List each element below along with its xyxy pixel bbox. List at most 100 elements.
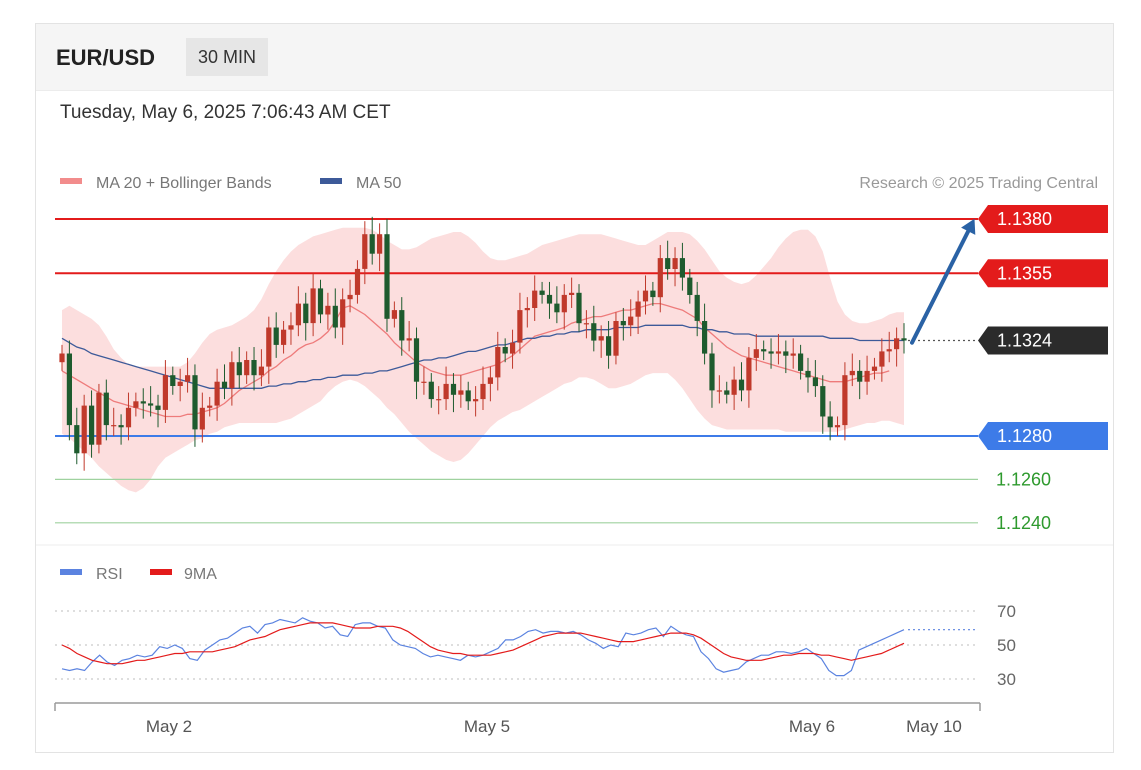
candle-body xyxy=(561,294,567,313)
x-tick-label: May 5 xyxy=(464,717,510,736)
candle-body xyxy=(325,305,331,315)
candle-body xyxy=(443,383,449,400)
rsi-tick-label: 70 xyxy=(997,602,1016,621)
candle-body xyxy=(244,360,250,376)
level-label: 1.1240 xyxy=(996,513,1051,533)
rsi-legend: RSI 9MA xyxy=(60,566,217,583)
candle-body xyxy=(687,277,693,295)
candle-body xyxy=(170,375,176,386)
level-label: 1.1260 xyxy=(996,469,1051,489)
candle-body xyxy=(768,351,774,354)
candle-body xyxy=(59,353,65,363)
bollinger-band xyxy=(62,227,904,493)
candle-body xyxy=(613,321,619,356)
candle-body xyxy=(576,292,582,324)
forecast-arrow-shaft xyxy=(910,225,972,345)
candle-body xyxy=(834,425,841,428)
candle-body xyxy=(148,403,154,406)
ma9-legend-swatch xyxy=(150,569,172,575)
candle-body xyxy=(642,290,649,302)
candle-body xyxy=(384,234,390,319)
candle-body xyxy=(871,366,878,371)
ma20-legend-label: MA 20 + Bollinger Bands xyxy=(96,175,272,192)
rsi-tick-label: 50 xyxy=(997,636,1016,655)
candle-body xyxy=(317,288,324,315)
candle-body xyxy=(783,351,789,356)
candle-body xyxy=(569,292,575,295)
x-tick-label: May 2 xyxy=(146,717,192,736)
candle-body xyxy=(798,353,804,371)
candle-body xyxy=(162,375,168,410)
x-axis: May 2 May 5 May 6 May 10 xyxy=(54,702,981,736)
candle-body xyxy=(288,325,294,330)
candle-body xyxy=(657,258,663,298)
candle-body xyxy=(753,349,759,358)
candle-body xyxy=(738,379,745,391)
candle-body xyxy=(598,336,604,341)
candle-body xyxy=(273,327,279,345)
candle-body xyxy=(332,305,338,328)
candle-body xyxy=(118,425,124,428)
candle-body xyxy=(74,425,80,454)
level-label: 1.1355 xyxy=(997,263,1052,283)
candle-body xyxy=(702,321,708,354)
candle-body xyxy=(546,294,553,304)
candle-body xyxy=(532,290,538,308)
candle-body xyxy=(724,390,730,395)
candle-body xyxy=(524,308,530,311)
candle-body xyxy=(864,370,870,382)
candle-body xyxy=(96,392,102,445)
candle-body xyxy=(746,357,752,391)
candle-body xyxy=(177,381,183,386)
rsi-legend-swatch xyxy=(60,569,82,575)
rsi-legend-label: RSI xyxy=(96,566,123,583)
ma50-legend-swatch xyxy=(320,178,342,184)
candle-body xyxy=(606,336,612,356)
candle-body xyxy=(354,268,361,295)
candle-body xyxy=(303,303,309,324)
price-chart: MA 20 + Bollinger Bands MA 50 Research ©… xyxy=(36,175,1113,736)
candle-body xyxy=(583,323,589,325)
candle-body xyxy=(761,349,767,352)
candle-body xyxy=(140,401,146,404)
candle-body xyxy=(901,338,907,341)
candle-body xyxy=(665,258,671,269)
candle-body xyxy=(842,375,848,426)
candle-body xyxy=(827,416,833,428)
candle-body xyxy=(185,375,191,382)
candle-body xyxy=(620,321,626,326)
candle-body xyxy=(849,370,855,376)
candle-body xyxy=(480,383,486,400)
candle-body xyxy=(266,327,272,367)
candle-body xyxy=(428,381,434,400)
candle-body xyxy=(857,370,863,382)
candle-body xyxy=(362,234,368,269)
candle-body xyxy=(81,405,87,454)
candle-body xyxy=(340,299,346,328)
candle-body xyxy=(487,377,493,384)
candle-body xyxy=(377,234,383,254)
candle-body xyxy=(399,310,405,341)
candle-body xyxy=(886,349,892,352)
candle-body xyxy=(672,258,678,269)
candle-body xyxy=(894,338,900,350)
candle-body xyxy=(879,351,885,367)
candle-body xyxy=(820,386,826,417)
rsi-line xyxy=(61,617,905,677)
candle-body xyxy=(495,347,501,378)
x-tick-label: May 6 xyxy=(789,717,835,736)
candle-body xyxy=(199,407,205,430)
candle-body xyxy=(281,329,287,345)
candle-body xyxy=(103,392,109,426)
candle-body xyxy=(125,407,132,428)
candle-body xyxy=(554,303,560,313)
candle-body xyxy=(436,399,442,401)
candle-body xyxy=(539,290,545,295)
candle-body xyxy=(310,288,316,324)
rsi-plot: 70 50 30 xyxy=(55,602,1016,689)
candle-body xyxy=(155,405,161,410)
price-legend: MA 20 + Bollinger Bands MA 50 Research ©… xyxy=(60,175,1098,192)
candle-body xyxy=(502,347,508,354)
ma50-legend-label: MA 50 xyxy=(356,175,401,192)
candle-body xyxy=(650,290,656,298)
